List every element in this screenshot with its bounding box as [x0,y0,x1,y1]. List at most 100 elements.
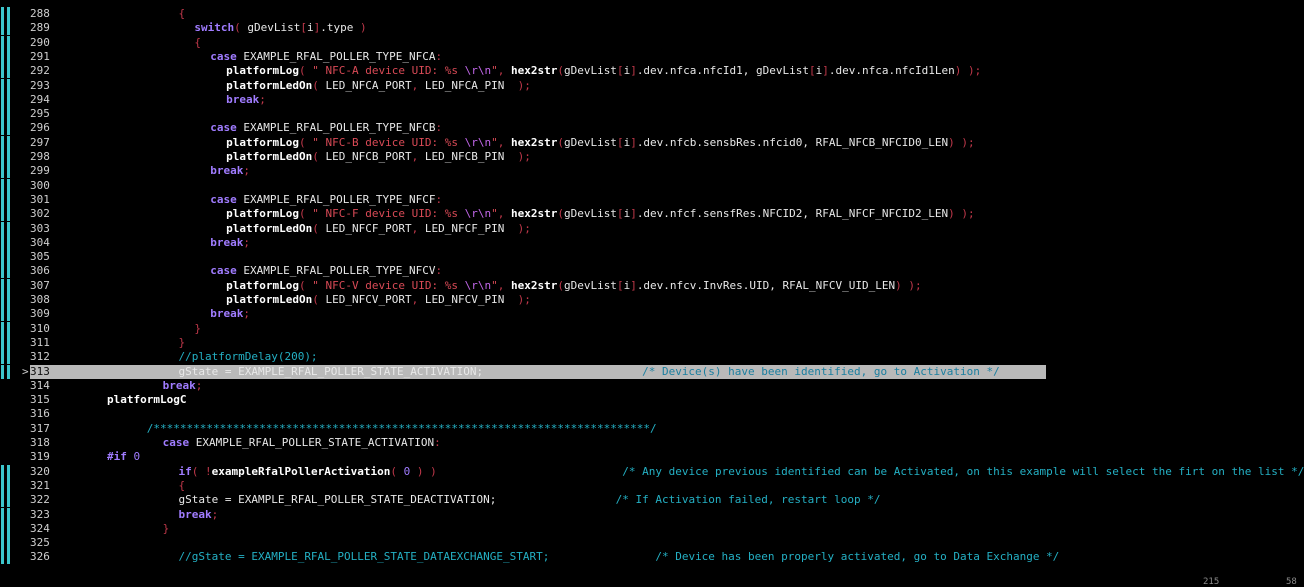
line-number: 319 [30,450,50,464]
code-token: ( [299,278,313,292]
code-text: if( !exampleRfalPollerActivation( 0 ) ) … [107,465,1304,479]
code-text: } [107,322,201,336]
code-line[interactable]: 290 { [0,35,1304,50]
code-line[interactable]: 315 platformLogC [0,393,1304,407]
code-line[interactable]: 319 #if 0 [0,450,1304,464]
line-number: 315 [30,393,50,407]
code-line[interactable]: 306 case EXAMPLE_RFAL_POLLER_TYPE_NFCV: [0,264,1304,279]
code-line[interactable]: 308 platformLedOn( LED_NFCV_PORT, LED_NFC… [0,293,1304,307]
change-marker [0,464,12,479]
code-line[interactable]: 318 case EXAMPLE_RFAL_POLLER_STATE_ACTIVA… [0,436,1304,450]
line-number: 306 [30,264,50,278]
code-token: ) [353,21,367,35]
code-line[interactable]: 305 [0,250,1304,265]
code-line[interactable]: 304 break; [0,235,1304,250]
code-line[interactable]: 298 platformLedOn( LED_NFCB_PORT, LED_NFC… [0,150,1304,164]
code-line[interactable]: 320 if( !exampleRfalPollerActivation( 0 )… [0,464,1304,479]
code-token: case [210,49,237,63]
code-line[interactable]: 326 //gState = EXAMPLE_RFAL_POLLER_STATE_… [0,550,1304,565]
code-line[interactable]: 324} [0,521,1304,536]
change-marker [0,164,12,179]
change-marker [0,121,12,136]
code-line[interactable]: 323 break; [0,507,1304,522]
code-token: gDevList [563,278,617,292]
line-number: 317 [30,421,50,435]
change-marker [0,207,12,222]
code-token: case [210,121,237,135]
code-token: , [497,135,511,149]
code-text: platformLog( " NFC-B device UID: %s \r\n… [107,135,975,150]
code-line[interactable]: 288 { [0,7,1304,21]
code-text: #if 0 [107,450,140,464]
code-line[interactable]: 325 [0,536,1304,551]
code-token: [ [616,64,624,78]
code-line[interactable]: 291 case EXAMPLE_RFAL_POLLER_TYPE_NFCA: [0,49,1304,64]
code-line[interactable]: 294 break; [0,92,1304,107]
code-line[interactable]: 302 platformLog( " NFC-F device UID: %s \… [0,207,1304,222]
code-token: ; [243,235,251,249]
code-line[interactable]: 289 switch( gDevList[i].type ) [0,21,1304,36]
code-token: ); [504,221,531,235]
code-token: /* If Activation failed, restart loop */ [615,493,881,507]
code-token: platformLedOn [226,221,313,235]
line-number: 324 [30,521,50,535]
code-line[interactable]: 303 platformLedOn( LED_NFCF_PORT, LED_NFC… [0,221,1304,236]
code-line[interactable]: 311} [0,335,1304,350]
code-token: " [491,64,498,78]
code-token: /* Device has been properly activated, g… [655,550,1060,564]
code-token: platformLedOn [226,78,313,92]
code-line[interactable]: 312 //platformDelay(200); [0,350,1304,365]
code-line[interactable]: 310} [0,321,1304,336]
line-number: 321 [30,478,50,492]
code-token: } [178,335,186,349]
change-marker [0,7,12,21]
code-token: EXAMPLE_RFAL_POLLER_STATE_ACTIVATION [189,436,435,449]
code-token: ) ); [948,135,975,149]
code-line[interactable]: 295 [0,107,1304,122]
code-line[interactable]: 296 case EXAMPLE_RFAL_POLLER_TYPE_NFCB: [0,121,1304,136]
code-token: hex2str [510,64,558,78]
line-number: 316 [30,407,50,421]
code-line[interactable]: 321 { [0,478,1304,493]
code-editor[interactable]: 288{289 switch( gDevList[i].type ) 290{291… [0,0,1304,586]
code-token: break [162,378,196,392]
change-marker [0,192,12,207]
line-number: 288 [30,7,50,20]
code-line[interactable]: >313 gState = EXAMPLE_RFAL_POLLER_STATE_A… [0,364,1304,379]
line-number: 302 [30,207,50,221]
code-line[interactable]: 314 break; [0,379,1304,393]
change-marker [0,521,12,536]
code-token: LED_NFCB_PORT [325,150,412,163]
code-text: /***************************************… [107,422,657,436]
line-number: 310 [30,321,50,335]
code-line[interactable]: 292 platformLog( " NFC-A device UID: %s \… [0,64,1304,79]
line-number: 322 [30,493,50,507]
code-line[interactable]: 316 [0,407,1304,421]
code-token: gDevList [247,21,301,35]
code-token: gState = EXAMPLE_RFAL_POLLER_STATE_DEACT… [178,493,497,507]
line-number: 312 [30,350,50,364]
code-text: gState = EXAMPLE_RFAL_POLLER_STATE_ACTIV… [107,364,999,379]
code-token: : [435,264,443,278]
code-token: , [411,150,425,163]
code-line[interactable]: 300 [0,178,1304,193]
line-number: 308 [30,293,50,306]
code-token: switch [194,21,235,35]
code-line[interactable]: 307 platformLog( " NFC-V device UID: %s \… [0,278,1304,293]
code-line[interactable]: 309 break; [0,307,1304,322]
code-token: ( [557,135,564,149]
code-line[interactable]: 297 platformLog( " NFC-B device UID: %s \… [0,135,1304,150]
code-line[interactable]: 317 /************************************… [0,422,1304,436]
code-text: //gState = EXAMPLE_RFAL_POLLER_STATE_DAT… [107,550,1059,564]
code-line[interactable]: 322 gState = EXAMPLE_RFAL_POLLER_STATE_DE… [0,493,1304,508]
code-token: //gState = EXAMPLE_RFAL_POLLER_STATE_DAT… [178,550,550,564]
code-token: LED_NFCF_PIN [424,221,505,235]
code-line[interactable]: 301 case EXAMPLE_RFAL_POLLER_TYPE_NFCF: [0,192,1304,207]
code-token: break [210,164,244,178]
code-token: " NFC-B device UID: %s [312,135,465,149]
code-token: gState = EXAMPLE_RFAL_POLLER_STATE_ACTIV… [178,364,484,378]
code-line[interactable]: 299 break; [0,164,1304,179]
code-token: //platformDelay(200); [178,350,318,364]
code-line[interactable]: 293 platformLedOn( LED_NFCA_PORT, LED_NFC… [0,78,1304,93]
